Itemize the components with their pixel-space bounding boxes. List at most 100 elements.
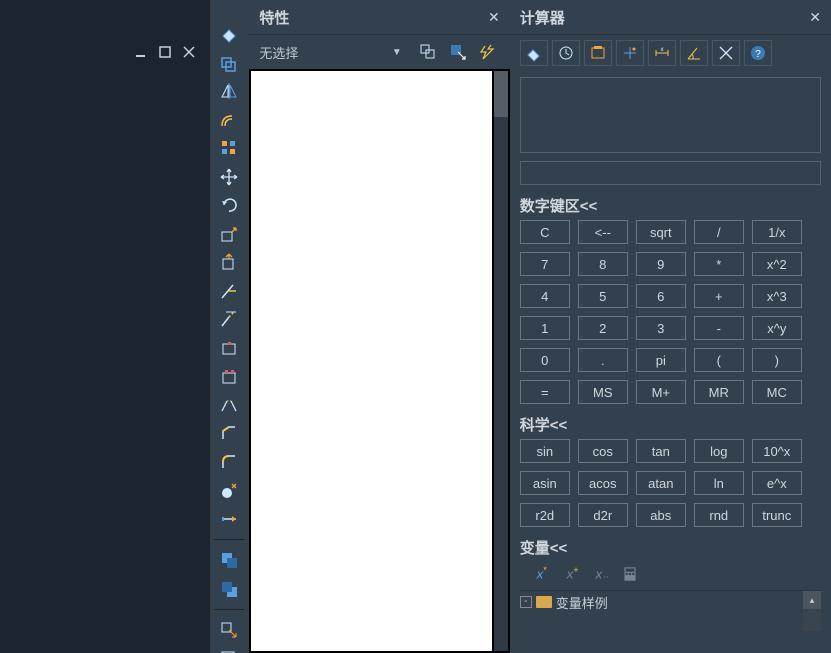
quickcalc-button[interactable] (476, 40, 500, 64)
calc-key[interactable]: * (694, 252, 744, 276)
variable-toolbar: x* x+ x.. (510, 558, 831, 590)
quick-select-button[interactable] (446, 40, 470, 64)
calc-key[interactable]: ( (694, 348, 744, 372)
close-button[interactable] (181, 44, 197, 60)
scientific-section-header[interactable]: 科学<< (510, 404, 831, 435)
calc-key[interactable]: ) (752, 348, 802, 372)
calc-key[interactable]: abs (636, 503, 686, 527)
fillet-icon[interactable] (217, 451, 241, 473)
variables-section-header[interactable]: 变量<< (510, 527, 831, 558)
break-two-icon[interactable] (217, 366, 241, 388)
calc-key[interactable]: 0 (520, 348, 570, 372)
calc-key[interactable]: MC (752, 380, 802, 404)
calc-key[interactable]: log (694, 439, 744, 463)
new-func-icon[interactable]: x+ (560, 564, 580, 584)
calc-key[interactable]: 7 (520, 252, 570, 276)
calc-key[interactable]: x^y (752, 316, 802, 340)
calc-key[interactable]: tan (636, 439, 686, 463)
calc-key[interactable]: 3 (636, 316, 686, 340)
help-icon[interactable]: ? (744, 40, 772, 66)
copy-nested-icon[interactable] (217, 648, 241, 653)
extend-icon[interactable] (217, 309, 241, 331)
selection-combo[interactable]: 无选择 ▼ (259, 43, 409, 62)
back-icon[interactable] (217, 578, 241, 600)
calc-key[interactable]: 9 (636, 252, 686, 276)
paste-value-icon[interactable] (584, 40, 612, 66)
calc-key[interactable]: = (520, 380, 570, 404)
distance-icon[interactable]: d (648, 40, 676, 66)
calc-key[interactable]: MS (578, 380, 628, 404)
rotate-icon[interactable] (217, 195, 241, 217)
properties-scroll-thumb[interactable] (494, 71, 508, 117)
calc-key[interactable]: sqrt (636, 220, 686, 244)
calc-key[interactable]: . (578, 348, 628, 372)
toggle-pip-button[interactable] (416, 40, 440, 64)
calc-key[interactable]: r2d (520, 503, 570, 527)
calc-key[interactable]: ln (694, 471, 744, 495)
clear-icon[interactable] (520, 40, 548, 66)
front-icon[interactable] (217, 550, 241, 572)
calc-key[interactable]: / (694, 220, 744, 244)
calc-key[interactable]: 8 (578, 252, 628, 276)
calc-key[interactable]: acos (578, 471, 628, 495)
properties-close-icon[interactable]: ✕ (488, 9, 500, 26)
calc-key[interactable]: M+ (636, 380, 686, 404)
calc-key[interactable]: atan (636, 471, 686, 495)
stretch-icon[interactable] (217, 252, 241, 274)
duplicate-icon[interactable] (217, 52, 241, 74)
calc-key[interactable]: 2 (578, 316, 628, 340)
calc-key[interactable]: x^3 (752, 284, 802, 308)
break-point-icon[interactable] (217, 337, 241, 359)
calc-key[interactable]: <-- (578, 220, 628, 244)
calc-key[interactable]: + (694, 284, 744, 308)
join-icon[interactable] (217, 394, 241, 416)
calc-key[interactable]: MR (694, 380, 744, 404)
calc-key[interactable]: e^x (752, 471, 802, 495)
scale-icon[interactable] (217, 223, 241, 245)
get-coords-icon[interactable] (616, 40, 644, 66)
calc-key[interactable]: d2r (578, 503, 628, 527)
toolbar-separator (214, 539, 244, 540)
scroll-up-icon[interactable]: ▴ (803, 591, 821, 609)
calc-key[interactable]: asin (520, 471, 570, 495)
calculator-close-icon[interactable]: ✕ (809, 9, 821, 26)
new-var-icon[interactable]: x* (530, 564, 550, 584)
tree-row[interactable]: - 变量样例 (520, 591, 801, 613)
edit-var-icon[interactable]: x.. (590, 564, 610, 584)
calculator-input[interactable] (520, 161, 821, 185)
calc-key[interactable]: 10^x (752, 439, 802, 463)
calc-key[interactable]: pi (636, 348, 686, 372)
calc-key[interactable]: 6 (636, 284, 686, 308)
move-props-icon[interactable] (217, 620, 241, 642)
history-icon[interactable] (552, 40, 580, 66)
minimize-button[interactable] (133, 44, 149, 60)
calc-key[interactable]: sin (520, 439, 570, 463)
lengthen-icon[interactable] (217, 508, 241, 530)
mirror-icon[interactable] (217, 81, 241, 103)
window-controls (133, 44, 197, 60)
chamfer-icon[interactable] (217, 423, 241, 445)
calc-key[interactable]: 5 (578, 284, 628, 308)
calc-key[interactable]: rnd (694, 503, 744, 527)
calc-key[interactable]: 1/x (752, 220, 802, 244)
tree-collapse-icon[interactable]: - (520, 596, 532, 608)
array-icon[interactable] (217, 138, 241, 160)
properties-scrollbar[interactable] (494, 71, 508, 651)
calc-key[interactable]: trunc (752, 503, 802, 527)
calculator-small-icon[interactable] (620, 564, 640, 584)
eraser-icon[interactable] (217, 24, 241, 46)
move-icon[interactable] (217, 166, 241, 188)
calc-key[interactable]: C (520, 220, 570, 244)
calc-key[interactable]: 1 (520, 316, 570, 340)
calc-key[interactable]: 4 (520, 284, 570, 308)
angle-icon[interactable] (680, 40, 708, 66)
numeric-section-header[interactable]: 数字键区<< (510, 185, 831, 216)
maximize-button[interactable] (157, 44, 173, 60)
calc-key[interactable]: x^2 (752, 252, 802, 276)
intersection-icon[interactable] (712, 40, 740, 66)
explode-icon[interactable] (217, 480, 241, 502)
trim-icon[interactable] (217, 280, 241, 302)
calc-key[interactable]: - (694, 316, 744, 340)
offset-icon[interactable] (217, 109, 241, 131)
calc-key[interactable]: cos (578, 439, 628, 463)
